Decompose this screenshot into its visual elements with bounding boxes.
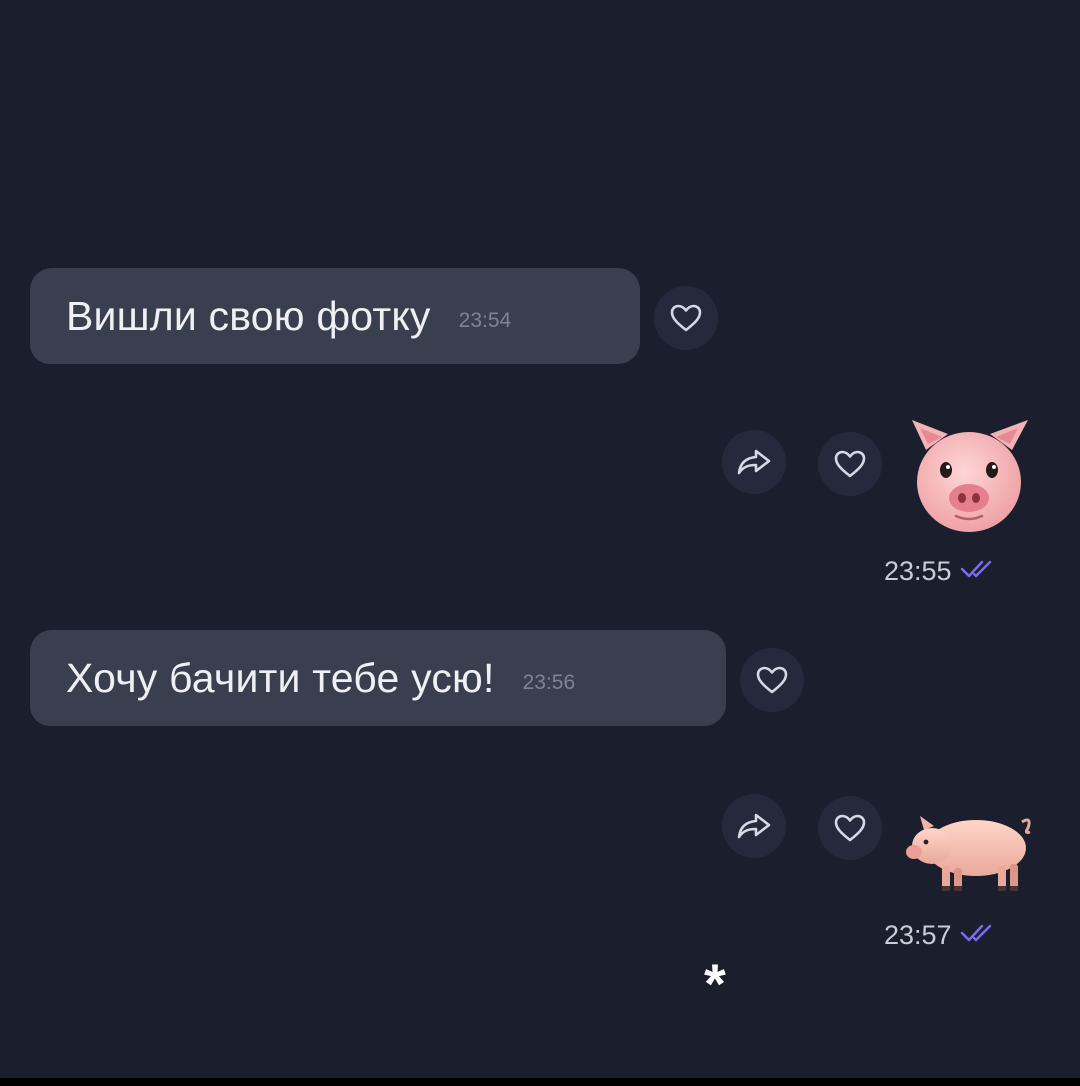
chat-screen: Вишли свою фотку 23:54 23:55 Хочу бачити…	[0, 0, 1080, 1086]
share-arrow-icon	[736, 447, 772, 477]
pig-emoji[interactable]	[904, 808, 1036, 899]
double-check-icon	[960, 922, 998, 949]
bottom-edge	[0, 1078, 1080, 1086]
message-time: 23:54	[458, 309, 512, 332]
incoming-message-bubble[interactable]: Вишли свою фотку 23:54	[30, 268, 640, 364]
double-check-icon	[960, 558, 998, 585]
message-time: 23:56	[522, 671, 576, 694]
message-time: 23:55	[884, 556, 952, 586]
message-text: Вишли свою фотку	[66, 292, 431, 339]
message-status: 23:57	[884, 920, 998, 951]
message-text: Хочу бачити тебе усю!	[66, 654, 495, 701]
share-button[interactable]	[722, 794, 786, 858]
pig-face-emoji[interactable]	[904, 412, 1034, 541]
incoming-message-bubble[interactable]: Хочу бачити тебе усю! 23:56	[30, 630, 726, 726]
share-button[interactable]	[722, 430, 786, 494]
heart-icon	[833, 449, 867, 479]
like-button[interactable]	[740, 648, 804, 712]
heart-icon	[833, 813, 867, 843]
asterisk-mark: *	[704, 952, 726, 1015]
like-button[interactable]	[818, 432, 882, 496]
message-status: 23:55	[884, 556, 998, 587]
message-time: 23:57	[884, 920, 952, 950]
heart-icon	[755, 665, 789, 695]
like-button[interactable]	[654, 286, 718, 350]
like-button[interactable]	[818, 796, 882, 860]
heart-icon	[669, 303, 703, 333]
share-arrow-icon	[736, 811, 772, 841]
